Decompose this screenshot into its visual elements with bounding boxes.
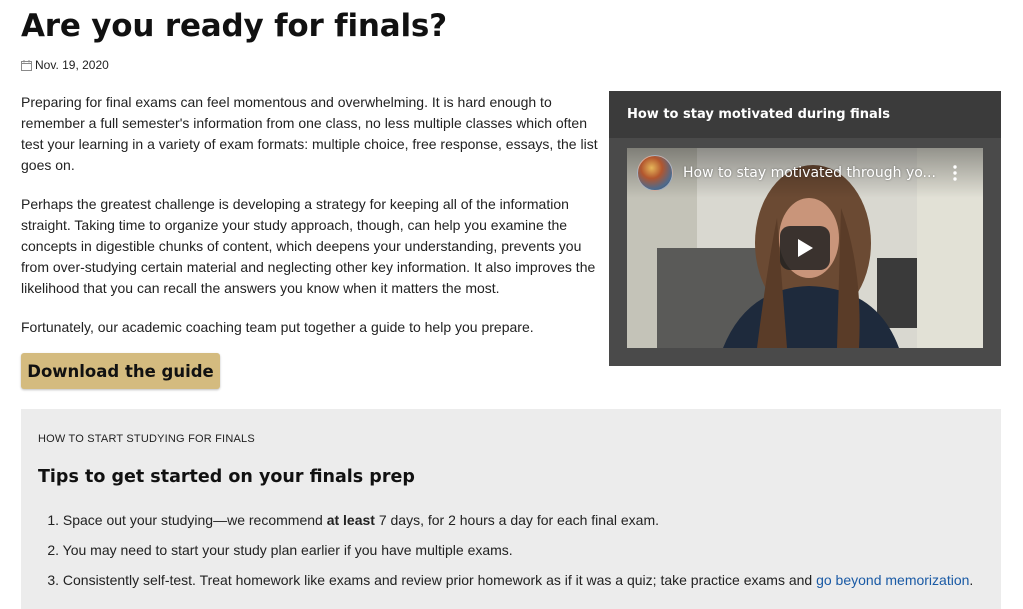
list-item-text: Consistently self-test. Treat homework l… [62, 572, 817, 588]
list-item-text: 7 days, for 2 hours a day for each final… [374, 512, 659, 528]
list-item-text: Space out your studying—we recommend [62, 512, 327, 528]
list-item-text: You may need to start your study plan ea… [62, 542, 513, 558]
tips-section: HOW TO START STUDYING FOR FINALS Tips to… [21, 409, 1001, 609]
article-paragraph: Fortunately, our academic coaching team … [21, 319, 534, 335]
post-date-text: Nov. 19, 2020 [35, 58, 109, 72]
channel-avatar[interactable] [637, 155, 673, 191]
download-guide-button[interactable]: Download the guide [21, 353, 220, 389]
list-item: 3. Consistently self-test. Treat homewor… [38, 569, 973, 599]
video-panel-heading: How to stay motivated during finals [609, 91, 1001, 138]
list-item-text: . [969, 572, 974, 588]
go-beyond-memorization-link[interactable]: go beyond memorization [816, 572, 969, 588]
video-embed[interactable]: How to stay motivated through yo... [627, 148, 983, 348]
video-panel: How to stay motivated during finals How … [609, 91, 1001, 366]
tips-eyebrow: HOW TO START STUDYING FOR FINALS [38, 433, 255, 445]
post-date: Nov. 19, 2020 [21, 58, 109, 72]
list-item-emphasis: at least [326, 512, 375, 528]
article-paragraph: Preparing for final exams can feel momen… [21, 94, 598, 173]
play-icon [798, 239, 813, 257]
page-title: Are you ready for finals? [21, 8, 447, 44]
calendar-icon [21, 59, 32, 71]
video-title[interactable]: How to stay motivated through yo... [683, 165, 936, 181]
video-title-bar: How to stay motivated through yo... [627, 148, 983, 198]
list-item-number: 3. [47, 572, 59, 588]
tips-heading: Tips to get started on your finals prep [38, 467, 415, 487]
article-body: Preparing for final exams can feel momen… [21, 92, 601, 356]
play-button[interactable] [780, 226, 830, 270]
list-item: 2. You may need to start your study plan… [38, 539, 973, 569]
list-item-number: 1. [47, 512, 59, 528]
tips-list: 1. Space out your studying—we recommend … [38, 509, 973, 599]
list-item-number: 2. [47, 542, 59, 558]
more-vertical-icon[interactable] [953, 165, 957, 181]
article-paragraph: Perhaps the greatest challenge is develo… [21, 196, 596, 296]
list-item: 1. Space out your studying—we recommend … [38, 509, 973, 539]
